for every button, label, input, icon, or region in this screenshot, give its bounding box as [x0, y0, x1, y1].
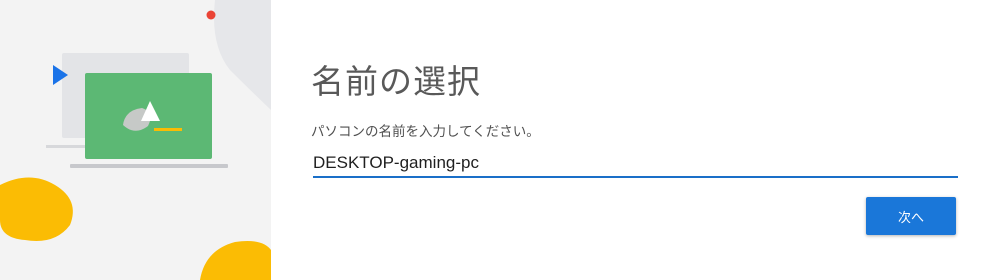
- yellow-blob-left: [0, 177, 73, 241]
- laptop-illustration-icon: [0, 0, 271, 280]
- decor-shape: [214, 0, 271, 110]
- illustration-panel: [0, 0, 271, 280]
- next-button[interactable]: 次へ: [866, 197, 956, 235]
- computer-name-input[interactable]: [313, 150, 958, 178]
- instruction-text: パソコンの名前を入力してください。: [311, 124, 540, 140]
- laptop-base: [70, 164, 228, 168]
- red-dot-icon: [206, 10, 216, 20]
- yellow-blob-right: [200, 241, 271, 280]
- page-title: 名前の選択: [311, 62, 481, 101]
